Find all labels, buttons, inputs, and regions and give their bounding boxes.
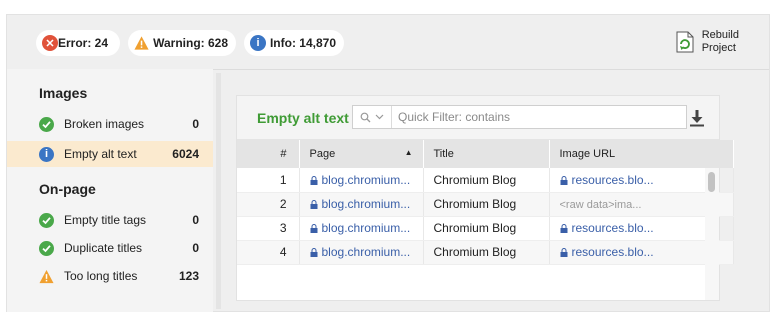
check-icon bbox=[39, 240, 54, 256]
lock-icon bbox=[310, 224, 317, 233]
sidebar-item-label: Empty title tags bbox=[64, 213, 147, 227]
page-link[interactable]: blog.chromium... bbox=[322, 173, 411, 187]
page-cell[interactable]: blog.chromium... bbox=[299, 216, 424, 241]
row-number: 1 bbox=[237, 168, 300, 193]
rebuild-project-icon bbox=[676, 31, 694, 53]
chevron-down-icon bbox=[375, 114, 384, 120]
scrollbar-thumb[interactable] bbox=[708, 172, 715, 192]
image-url-link[interactable]: resources.blo... bbox=[572, 173, 654, 187]
sidebar: Images Broken images 0 i Empty alt text … bbox=[7, 69, 213, 312]
sidebar-item-too-long-titles[interactable]: Too long titles 123 bbox=[7, 263, 213, 289]
export-download-icon[interactable] bbox=[689, 109, 705, 127]
sidebar-item-broken-images[interactable]: Broken images 0 bbox=[7, 111, 213, 137]
table-header-row: # Page ▲ Title Image URL bbox=[237, 140, 734, 168]
lock-icon bbox=[560, 175, 567, 185]
title-cell: Chromium Blog bbox=[423, 240, 550, 265]
section-heading-images: Images bbox=[39, 85, 88, 101]
warning-filter-pill[interactable]: Warning: 628 bbox=[128, 30, 236, 56]
status-bar: ✕ Error: 24 Warning: 628 i Info: 14,870 bbox=[7, 15, 769, 70]
search-icon bbox=[360, 112, 371, 122]
row-number: 3 bbox=[237, 216, 300, 241]
filter-options-button[interactable] bbox=[353, 106, 392, 128]
lock-icon bbox=[310, 248, 317, 257]
check-icon bbox=[39, 212, 54, 228]
results-table: # Page ▲ Title Image URL 1 blog.chromium… bbox=[237, 140, 734, 265]
lock-icon bbox=[560, 224, 567, 233]
title-cell: Chromium Blog bbox=[423, 216, 550, 241]
sidebar-item-count: 0 bbox=[192, 213, 199, 227]
sidebar-item-count: 0 bbox=[192, 241, 199, 255]
warning-triangle-icon bbox=[134, 36, 149, 50]
warning-triangle-icon bbox=[39, 269, 54, 283]
sidebar-item-empty-alt-text[interactable]: i Empty alt text 6024 bbox=[7, 141, 213, 167]
row-number: 4 bbox=[237, 240, 300, 265]
column-header-image-url[interactable]: Image URL bbox=[549, 140, 734, 168]
sidebar-item-count: 6024 bbox=[172, 147, 199, 161]
page-link[interactable]: blog.chromium... bbox=[322, 245, 411, 259]
sidebar-item-duplicate-titles[interactable]: Duplicate titles 0 bbox=[7, 235, 213, 261]
title-cell: Chromium Blog bbox=[423, 168, 550, 193]
quick-filter-input[interactable] bbox=[392, 107, 686, 127]
info-icon: i bbox=[39, 146, 54, 162]
quick-filter bbox=[352, 105, 687, 129]
app-frame: ✕ Error: 24 Warning: 628 i Info: 14,870 bbox=[6, 14, 770, 312]
sidebar-item-label: Broken images bbox=[64, 117, 145, 131]
error-x-icon: ✕ bbox=[42, 35, 58, 51]
sidebar-item-count: 123 bbox=[178, 269, 199, 283]
title-cell: Chromium Blog bbox=[423, 192, 550, 217]
info-count-label: Info: 14,870 bbox=[269, 36, 336, 50]
panel-title: Empty alt text bbox=[257, 110, 349, 126]
panel-header: Empty alt text bbox=[237, 96, 719, 140]
page-cell[interactable]: blog.chromium... bbox=[299, 240, 424, 265]
sidebar-item-label: Empty alt text bbox=[64, 147, 137, 161]
image-url-link[interactable]: resources.blo... bbox=[572, 245, 654, 259]
column-header-title[interactable]: Title bbox=[423, 140, 550, 168]
sidebar-item-count: 0 bbox=[192, 117, 199, 131]
lock-icon bbox=[310, 175, 317, 185]
image-url-raw: <raw data>ima... bbox=[559, 199, 642, 211]
results-panel: Empty alt text Quick Filter: contains # … bbox=[236, 95, 734, 301]
vertical-scrollbar[interactable] bbox=[705, 168, 719, 300]
lock-icon bbox=[310, 200, 317, 209]
page-link[interactable]: blog.chromium... bbox=[322, 221, 411, 235]
sidebar-item-label: Duplicate titles bbox=[64, 241, 143, 255]
column-header-page[interactable]: Page ▲ bbox=[299, 140, 424, 168]
table-row[interactable]: 3 blog.chromium... Chromium Blog resourc… bbox=[237, 216, 734, 241]
page-cell[interactable]: blog.chromium... bbox=[299, 168, 424, 193]
table-row[interactable]: 4 blog.chromium... Chromium Blog resourc… bbox=[237, 240, 734, 265]
rebuild-project-button[interactable]: Rebuild Project bbox=[676, 27, 739, 57]
lock-icon bbox=[560, 248, 567, 257]
error-filter-pill[interactable]: ✕ Error: 24 bbox=[36, 30, 120, 56]
error-count-label: Error: 24 bbox=[58, 36, 109, 50]
column-header-label: Page bbox=[309, 148, 336, 160]
sort-ascending-icon: ▲ bbox=[404, 148, 413, 157]
image-url-link[interactable]: resources.blo... bbox=[572, 221, 654, 235]
warning-count-label: Warning: 628 bbox=[153, 36, 228, 50]
table-row[interactable]: 2 blog.chromium... Chromium Blog <raw da… bbox=[237, 192, 734, 217]
section-heading-on-page: On-page bbox=[39, 181, 96, 197]
page-cell[interactable]: blog.chromium... bbox=[299, 192, 424, 217]
rebuild-project-label: Rebuild Project bbox=[701, 29, 739, 54]
sidebar-resize-handle[interactable] bbox=[216, 73, 221, 309]
row-number: 2 bbox=[237, 192, 300, 217]
sidebar-item-label: Too long titles bbox=[64, 269, 138, 283]
check-icon bbox=[39, 116, 54, 132]
info-filter-pill[interactable]: i Info: 14,870 bbox=[244, 30, 344, 56]
info-icon: i bbox=[250, 35, 266, 51]
table-row[interactable]: 1 blog.chromium... Chromium Blog resourc… bbox=[237, 168, 734, 193]
column-header-number[interactable]: # bbox=[237, 140, 300, 168]
sidebar-item-empty-title-tags[interactable]: Empty title tags 0 bbox=[7, 207, 213, 233]
page-link[interactable]: blog.chromium... bbox=[322, 197, 411, 211]
